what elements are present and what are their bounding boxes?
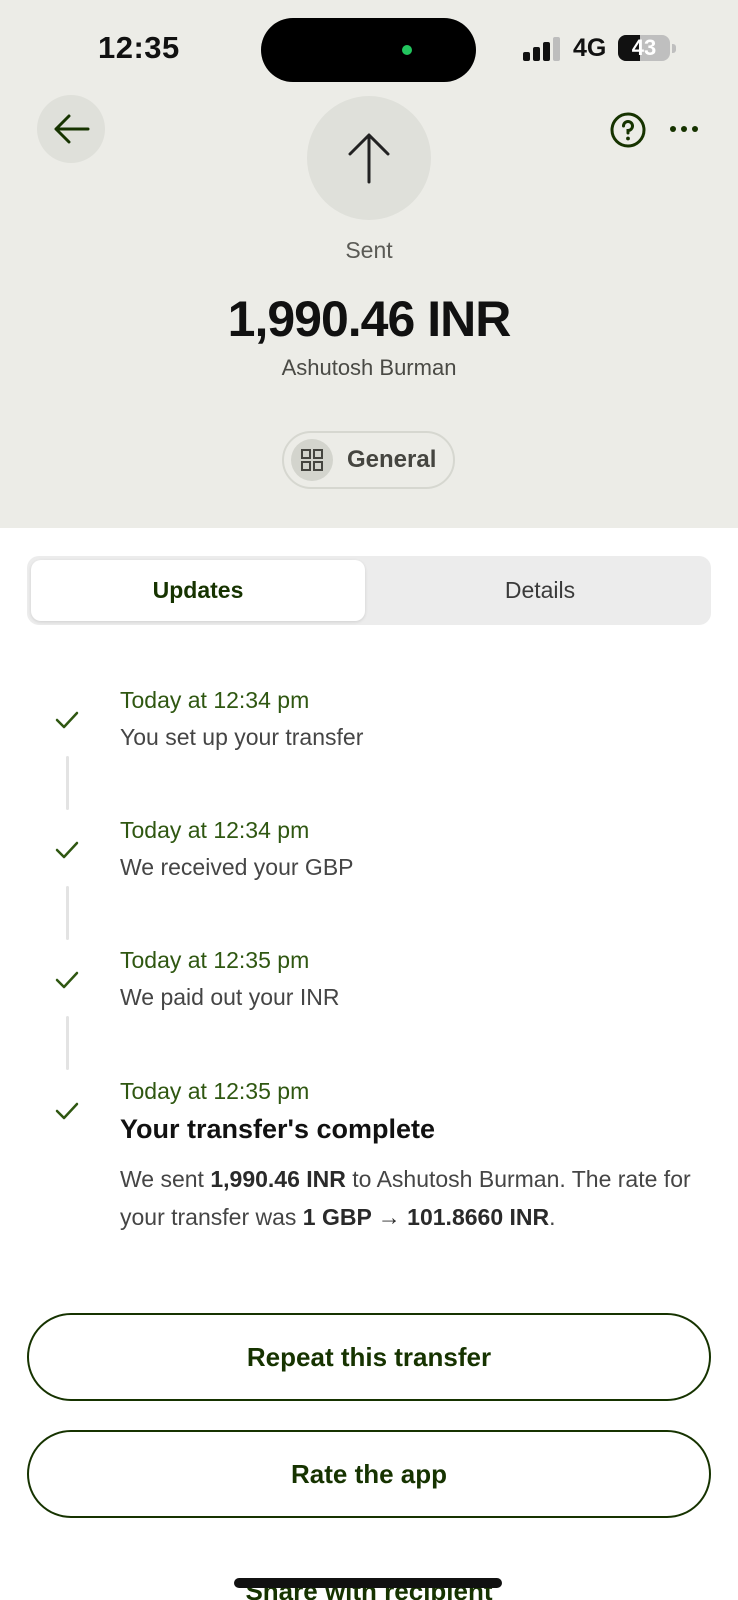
timeline-connector xyxy=(66,886,69,940)
rate-app-button[interactable]: Rate the app xyxy=(27,1430,711,1518)
grid-icon xyxy=(301,449,323,471)
check-icon xyxy=(55,711,79,729)
tab-bar: Updates Details xyxy=(27,556,711,625)
tab-updates[interactable]: Updates xyxy=(31,560,365,621)
check-icon xyxy=(55,841,79,859)
timeline-time: Today at 12:34 pm xyxy=(120,687,310,713)
category-icon-badge xyxy=(291,439,333,481)
completion-description: We sent 1,990.46 INR to Ashutosh Burman.… xyxy=(120,1160,700,1236)
check-icon xyxy=(55,971,79,989)
timeline-text: We paid out your INR xyxy=(120,984,340,1010)
completion-text: We sent xyxy=(120,1166,211,1192)
timeline-connector xyxy=(66,756,69,810)
check-icon xyxy=(55,1102,79,1120)
timeline-text: You set up your transfer xyxy=(120,724,364,750)
timeline-text: We received your GBP xyxy=(120,854,354,880)
tab-details[interactable]: Details xyxy=(373,560,707,621)
timeline-time: Today at 12:34 pm xyxy=(120,817,310,843)
completion-text: . xyxy=(549,1204,556,1230)
network-type: 4G xyxy=(573,34,607,62)
back-button[interactable] xyxy=(37,95,105,163)
timeline-time: Today at 12:35 pm xyxy=(120,947,310,973)
sent-amount: 1,990.46 INR xyxy=(210,1166,346,1192)
home-indicator xyxy=(234,1578,502,1588)
transfer-amount: 1,990.46 INR xyxy=(227,291,512,347)
dynamic-island xyxy=(261,18,476,82)
battery-tip xyxy=(672,44,676,53)
camera-indicator-icon xyxy=(402,45,412,55)
battery-level: 43 xyxy=(631,35,657,60)
completion-title: Your transfer's complete xyxy=(120,1114,436,1144)
status-time: 12:35 xyxy=(98,30,180,65)
timeline-connector xyxy=(66,1016,69,1070)
up-arrow-icon xyxy=(348,133,390,184)
timeline-time: Today at 12:35 pm xyxy=(120,1078,310,1104)
more-icon[interactable] xyxy=(668,119,700,139)
transfer-status-label: Sent xyxy=(345,237,393,263)
category-label: General xyxy=(347,446,437,473)
recipient-name: Ashutosh Burman xyxy=(281,355,457,380)
category-button[interactable]: General xyxy=(282,431,455,489)
sent-status-badge xyxy=(307,96,431,220)
help-icon[interactable] xyxy=(610,112,646,148)
battery-icon: 43 xyxy=(618,35,670,61)
signal-icon xyxy=(523,37,561,61)
exchange-rate: 1 GBP → 101.8660 INR xyxy=(302,1204,550,1230)
back-arrow-icon xyxy=(54,114,90,144)
repeat-transfer-button[interactable]: Repeat this transfer xyxy=(27,1313,711,1401)
